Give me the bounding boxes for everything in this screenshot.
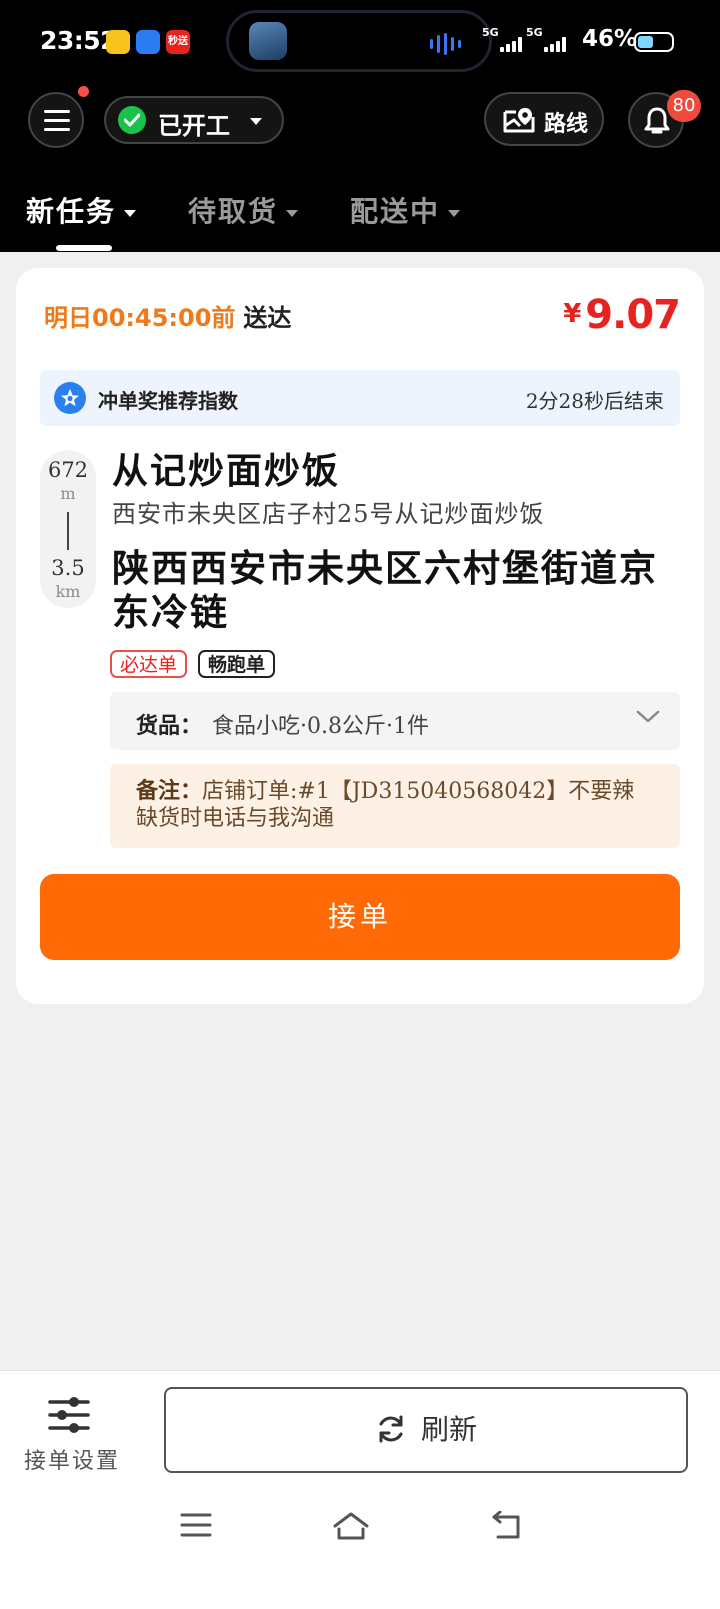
active-tab-indicator [56, 245, 112, 251]
network-label: 5G [526, 26, 543, 39]
network-label: 5G [482, 26, 499, 39]
delivery-address: 陕西西安市未央区六村堡街道京东冷链 [112, 546, 658, 634]
app-badge-miaosong: 秒送 [166, 30, 190, 54]
signal-icon [544, 36, 566, 52]
refresh-icon [379, 1415, 403, 1443]
top-header: 23:52 秒送 5G 5G 46% 已开工 路线 80 新任务 待取货 配送中 [0, 0, 720, 252]
battery-icon [634, 32, 674, 52]
media-thumbnail [249, 22, 287, 60]
note-label: 备注： [136, 778, 203, 804]
caret-down-icon [448, 209, 461, 217]
order-card[interactable]: 明日00:45:00前 送达 ¥9.07 冲单奖推荐指数 2分28秒后结束 672… [16, 268, 704, 1004]
accept-order-button[interactable]: 接单 [40, 874, 680, 960]
work-status-label: 已开工 [158, 112, 230, 140]
sliders-icon[interactable] [48, 1395, 90, 1435]
goods-label: 货品： [136, 714, 203, 739]
deadline-time: 明日00:45:00前 [44, 304, 236, 332]
delivery-distance: 3.5 [51, 556, 85, 580]
tab-label: 新任务 [26, 195, 117, 228]
unread-dot [78, 86, 89, 97]
map-pin-icon [503, 108, 535, 133]
route-button[interactable]: 路线 [484, 92, 604, 146]
tag-fast-run: 畅跑单 [198, 650, 276, 678]
order-settings-label[interactable]: 接单设置 [24, 1443, 120, 1475]
work-status-dropdown[interactable]: 已开工 [104, 96, 284, 144]
tab-label: 待取货 [188, 195, 279, 228]
delivery-distance-unit: km [55, 582, 81, 601]
menu-button[interactable] [28, 92, 84, 148]
signal-icon [500, 36, 522, 52]
order-note: 备注：店铺订单:#1【JD315040568042】不要辣 缺货时电话与我沟通 [110, 764, 680, 848]
currency-symbol: ¥ [563, 299, 582, 329]
refresh-button[interactable]: 刷新 [164, 1387, 688, 1473]
goods-row[interactable]: 货品： 食品小吃·0.8公斤·1件 [110, 692, 680, 750]
bonus-banner[interactable]: 冲单奖推荐指数 2分28秒后结束 [40, 370, 680, 426]
notification-count-badge: 80 [667, 90, 701, 122]
check-icon [118, 106, 146, 134]
delivery-deadline: 明日00:45:00前 送达 [44, 298, 291, 333]
battery-level [638, 36, 653, 48]
bottom-action-bar: 接单设置 刷新 [0, 1370, 720, 1609]
caret-down-icon [124, 209, 137, 217]
caret-down-icon [250, 118, 262, 125]
pickup-distance-unit: m [60, 484, 76, 503]
audio-wave-icon [430, 33, 461, 55]
menu-icon [44, 110, 70, 137]
tab-pending-pickup[interactable]: 待取货 [188, 190, 299, 230]
tab-new-tasks[interactable]: 新任务 [26, 190, 137, 230]
nav-home-icon[interactable] [332, 1511, 370, 1541]
distance-divider [67, 512, 69, 550]
distance-indicator: 672 m 3.5 km [40, 450, 96, 608]
goods-value: 食品小吃·0.8公斤·1件 [212, 714, 429, 739]
shop-address: 西安市未央区店子村25号从记炒面炒饭 [112, 500, 545, 528]
app-notification-icon [106, 30, 130, 54]
dynamic-island[interactable] [226, 10, 492, 72]
pickup-distance: 672 [47, 458, 89, 482]
refresh-label: 刷新 [420, 1413, 477, 1446]
refresh-content: 刷新 [166, 1389, 686, 1471]
tab-delivering[interactable]: 配送中 [350, 190, 461, 230]
caret-down-icon [286, 209, 299, 217]
app-notification-icon [136, 30, 160, 54]
note-text: 备注：店铺订单:#1【JD315040568042】不要辣 缺货时电话与我沟通 [136, 778, 656, 832]
bonus-countdown: 2分28秒后结束 [525, 389, 664, 413]
shop-name: 从记炒面炒饭 [112, 450, 341, 492]
order-price: ¥9.07 [563, 292, 681, 338]
battery-percent: 46% [582, 26, 638, 52]
tab-label: 配送中 [350, 195, 441, 228]
star-badge-icon [54, 382, 86, 414]
chevron-down-icon [636, 710, 660, 723]
route-label: 路线 [544, 112, 589, 137]
nav-back-icon[interactable] [490, 1511, 524, 1541]
note-value: 店铺订单:#1【JD315040568042】不要辣 缺货时电话与我沟通 [136, 779, 635, 831]
bonus-title: 冲单奖推荐指数 [98, 389, 238, 413]
nav-menu-icon[interactable] [180, 1511, 212, 1539]
deadline-suffix: 送达 [243, 304, 292, 332]
tag-must-deliver: 必达单 [110, 650, 188, 678]
price-amount: 9.07 [585, 292, 681, 338]
